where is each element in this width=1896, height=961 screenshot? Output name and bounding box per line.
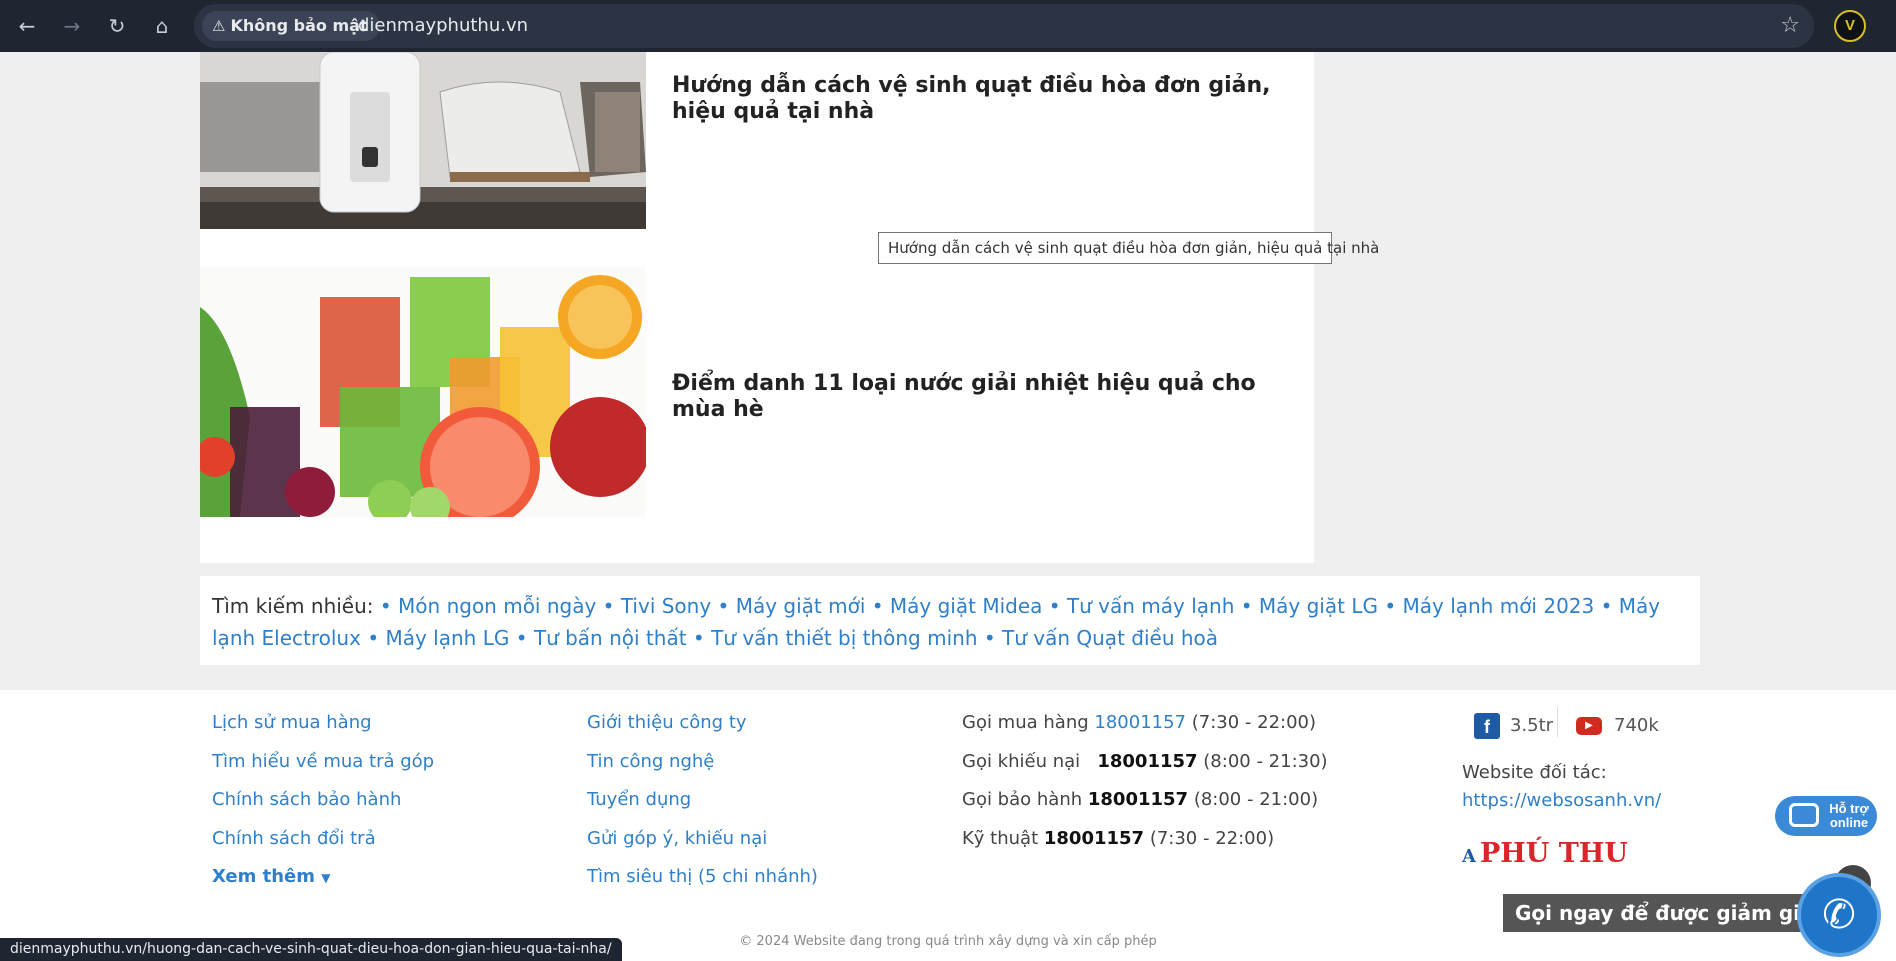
- see-more-button[interactable]: Xem thêm ▼: [212, 866, 331, 889]
- contact-line: Kỹ thuật 18001157 (7:30 - 22:00): [962, 828, 1275, 849]
- link-tooltip: Hướng dẫn cách vệ sinh quạt điều hòa đơn…: [878, 232, 1379, 264]
- phone-number[interactable]: 18001157: [1097, 751, 1197, 772]
- facebook-icon: f: [1474, 713, 1500, 739]
- footer-link[interactable]: Lịch sử mua hàng: [212, 712, 372, 734]
- call-tooltip: Gọi ngay để được giảm giá: [1503, 894, 1826, 932]
- search-tag[interactable]: • Tư vấn máy lạnh: [1049, 594, 1235, 618]
- forward-icon[interactable]: →: [55, 9, 89, 43]
- home-icon[interactable]: ⌂: [145, 9, 179, 43]
- air-cooler-photo-icon: [200, 52, 646, 229]
- browser-toolbar: ← → ↻ ⌂ ⚠ Không bảo mật dienmayphuthu.vn …: [0, 0, 1896, 52]
- phone-number[interactable]: 18001157: [1044, 828, 1144, 849]
- footer-link[interactable]: Tuyển dụng: [587, 789, 691, 811]
- brand-logo[interactable]: A PHÚ THU: [1462, 838, 1628, 869]
- juice-fruits-photo-icon: [200, 267, 646, 517]
- youtube-icon: ▶: [1576, 717, 1602, 735]
- link-status-bar: dienmayphuthu.vn/huong-dan-cach-ve-sinh-…: [0, 938, 622, 961]
- social-divider: [1557, 707, 1558, 737]
- contact-line: Gọi bảo hành 18001157 (8:00 - 21:00): [962, 789, 1319, 810]
- search-tag[interactable]: • Máy giặt LG: [1241, 594, 1378, 618]
- search-tag[interactable]: • Máy lạnh mới 2023: [1384, 594, 1594, 618]
- search-tag[interactable]: • Tư vấn Quạt điều hoà: [984, 626, 1218, 650]
- back-icon[interactable]: ←: [10, 9, 44, 43]
- chat-bubble-icon: [1789, 803, 1819, 827]
- search-tag[interactable]: • Máy giặt mới: [718, 594, 866, 618]
- footer-link[interactable]: Giới thiệu công ty: [587, 712, 747, 734]
- security-label: Không bảo mật: [230, 16, 368, 35]
- contact-line: Gọi khiếu nại 18001157 (8:00 - 21:30): [962, 751, 1328, 772]
- article-thumbnail-juice[interactable]: [200, 267, 646, 517]
- search-tag[interactable]: • Máy lạnh LG: [367, 626, 509, 650]
- footer-link[interactable]: Gửi góp ý, khiếu nại: [587, 828, 767, 850]
- footer-link[interactable]: Tin công nghệ: [587, 751, 714, 773]
- address-bar[interactable]: ⚠ Không bảo mật dienmayphuthu.vn ☆: [194, 4, 1814, 48]
- partner-label: Website đối tác:: [1462, 762, 1607, 783]
- article-title[interactable]: Điểm danh 11 loại nước giải nhiệt hiệu q…: [672, 371, 1272, 423]
- popular-search-box: Tìm kiếm nhiều: • Món ngon mỗi ngày • Ti…: [200, 576, 1700, 665]
- url-text[interactable]: dienmayphuthu.vn: [358, 4, 528, 48]
- footer-link[interactable]: Tìm siêu thị (5 chi nhánh): [587, 866, 818, 888]
- online-support-button[interactable]: Hỗ trợ online: [1775, 796, 1877, 836]
- warning-icon: ⚠: [212, 17, 226, 35]
- reload-icon[interactable]: ↻: [100, 9, 134, 43]
- caret-down-icon: ▼: [321, 871, 331, 885]
- search-tag[interactable]: • Máy giặt Midea: [872, 594, 1043, 618]
- related-articles-panel: Hướng dẫn cách vệ sinh quạt điều hòa đơn…: [200, 52, 1314, 563]
- footer-link[interactable]: Chính sách bảo hành: [212, 789, 401, 811]
- bookmark-star-icon[interactable]: ☆: [1780, 4, 1800, 48]
- phone-number[interactable]: 18001157: [1088, 789, 1188, 810]
- search-tag[interactable]: • Tivi Sony: [603, 594, 712, 618]
- contact-line: Gọi mua hàng 18001157 (7:30 - 22:00): [962, 712, 1317, 733]
- article-title[interactable]: Hướng dẫn cách vệ sinh quạt điều hòa đơn…: [672, 73, 1272, 125]
- extension-shield-icon[interactable]: V: [1834, 10, 1866, 42]
- footer-link[interactable]: Tìm hiểu về mua trả góp: [212, 751, 434, 773]
- youtube-link[interactable]: ▶ 740k: [1576, 712, 1659, 740]
- phone-link[interactable]: 18001157: [1094, 712, 1186, 733]
- call-phone-button[interactable]: ✆: [1797, 873, 1881, 957]
- article-thumbnail-air-cooler[interactable]: [200, 52, 646, 229]
- search-tag[interactable]: • Món ngon mỗi ngày: [380, 594, 596, 618]
- footer-link[interactable]: Chính sách đổi trả: [212, 828, 376, 850]
- facebook-link[interactable]: f 3.5tr: [1474, 712, 1553, 740]
- partner-link[interactable]: https://websosanh.vn/: [1462, 790, 1661, 812]
- search-tag[interactable]: • Tư vấn thiết bị thông minh: [693, 626, 978, 650]
- security-chip[interactable]: ⚠ Không bảo mật: [202, 11, 380, 41]
- popular-search-label: Tìm kiếm nhiều:: [212, 594, 374, 618]
- search-tag[interactable]: • Tư bấn nội thất: [516, 626, 687, 650]
- phone-icon: ✆: [1822, 893, 1856, 937]
- brand-mark-icon: A: [1462, 846, 1476, 867]
